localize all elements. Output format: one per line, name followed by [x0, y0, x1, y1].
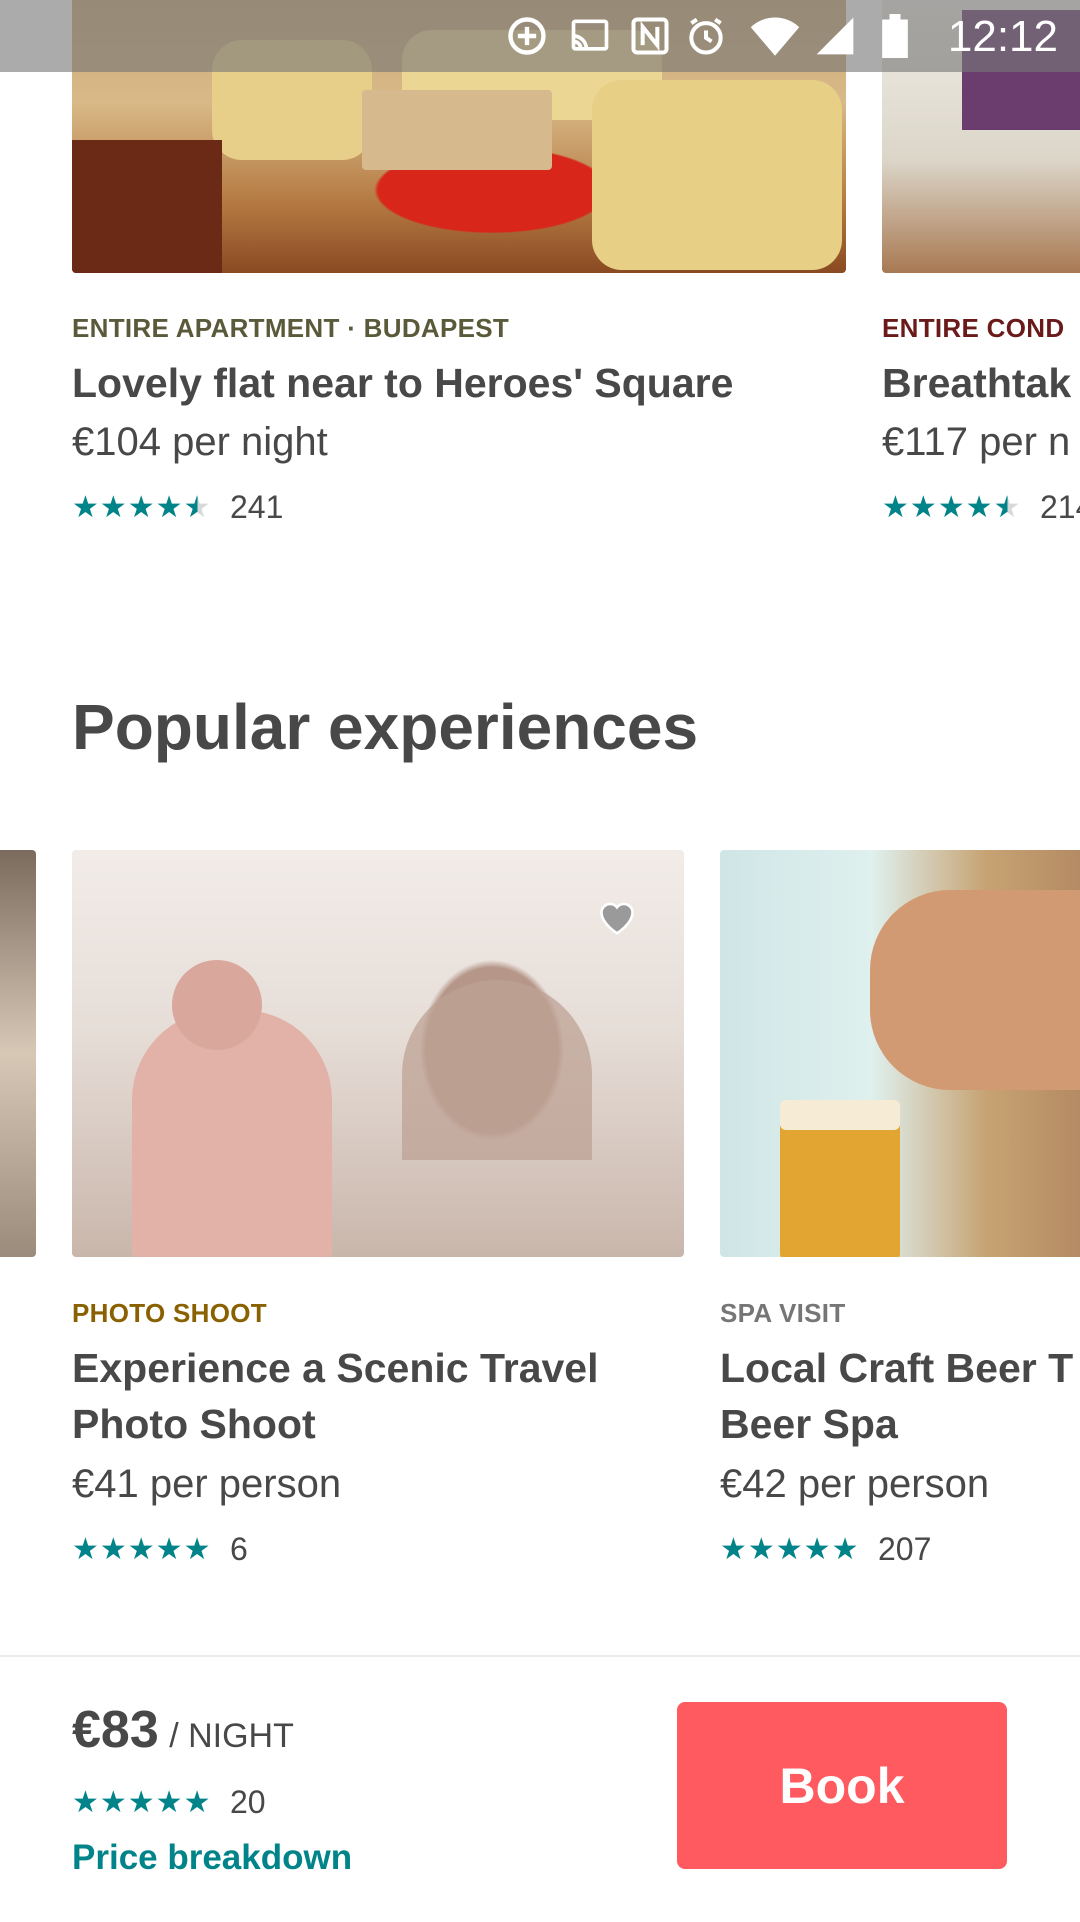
home-price: €104 per night — [72, 420, 328, 464]
data-saver-icon — [508, 17, 546, 55]
home-review-count: 241 — [230, 489, 284, 525]
nfc-icon — [631, 17, 669, 55]
booking-price: €83 — [72, 1701, 159, 1759]
experience-title[interactable]: Experience a Scenic Travel Photo Shoot — [72, 1340, 599, 1452]
home-kicker: ENTIRE APARTMENT · BUDAPEST — [72, 313, 510, 343]
experience-title-line: Experience a Scenic Travel — [72, 1345, 599, 1391]
experience-price: €42 per person — [720, 1462, 990, 1506]
home-review-count: 214 — [1040, 489, 1080, 525]
booking-unit: / NIGHT — [169, 1717, 294, 1755]
cast-icon — [571, 19, 609, 51]
wifi-icon — [750, 17, 800, 56]
experience-photo-1[interactable] — [72, 850, 684, 1257]
section-title: Popular experiences — [72, 691, 699, 763]
experience-photo-prev[interactable] — [0, 850, 36, 1257]
experience-title-line: Local Craft Beer T — [720, 1345, 1074, 1391]
status-bar: 12:12 — [0, 0, 1080, 72]
booking-rating-stars: ★★★★★ — [72, 1786, 212, 1819]
home-price: €117 per n — [882, 420, 1071, 464]
book-button[interactable]: Book — [677, 1702, 1007, 1869]
booking-review-count: 20 — [230, 1784, 266, 1820]
home-title[interactable]: Lovely flat near to Heroes' Square — [72, 355, 733, 411]
experience-rating-stars: ★★★★★ — [720, 1533, 860, 1566]
home-title[interactable]: Breathtak — [882, 355, 1071, 411]
alarm-icon — [689, 17, 723, 55]
experience-title[interactable]: Local Craft Beer T Beer Spa — [720, 1340, 1073, 1452]
heart-icon[interactable] — [596, 897, 638, 935]
signal-icon — [816, 17, 854, 55]
experience-price: €41 per person — [72, 1462, 342, 1506]
experience-rating-stars: ★★★★★ — [72, 1533, 212, 1566]
experience-title-line: Beer Spa — [720, 1401, 898, 1447]
experience-kicker: SPA VISIT — [720, 1298, 846, 1328]
experience-kicker: PHOTO SHOOT — [72, 1298, 267, 1328]
experience-title-line: Photo Shoot — [72, 1401, 316, 1447]
experience-review-count: 207 — [878, 1531, 932, 1567]
battery-icon — [882, 14, 908, 58]
home-rating-stars: ★★★★★ — [72, 491, 212, 524]
experience-photo-2[interactable] — [720, 850, 1080, 1257]
price-breakdown-link[interactable]: Price breakdown — [72, 1838, 352, 1878]
experience-review-count: 6 — [230, 1531, 248, 1567]
home-kicker: ENTIRE COND — [882, 313, 1065, 343]
status-time: 12:12 — [947, 12, 1058, 61]
booking-price-row: €83 / NIGHT — [72, 1700, 294, 1760]
home-rating-stars: ★★★★★ — [882, 491, 1022, 524]
